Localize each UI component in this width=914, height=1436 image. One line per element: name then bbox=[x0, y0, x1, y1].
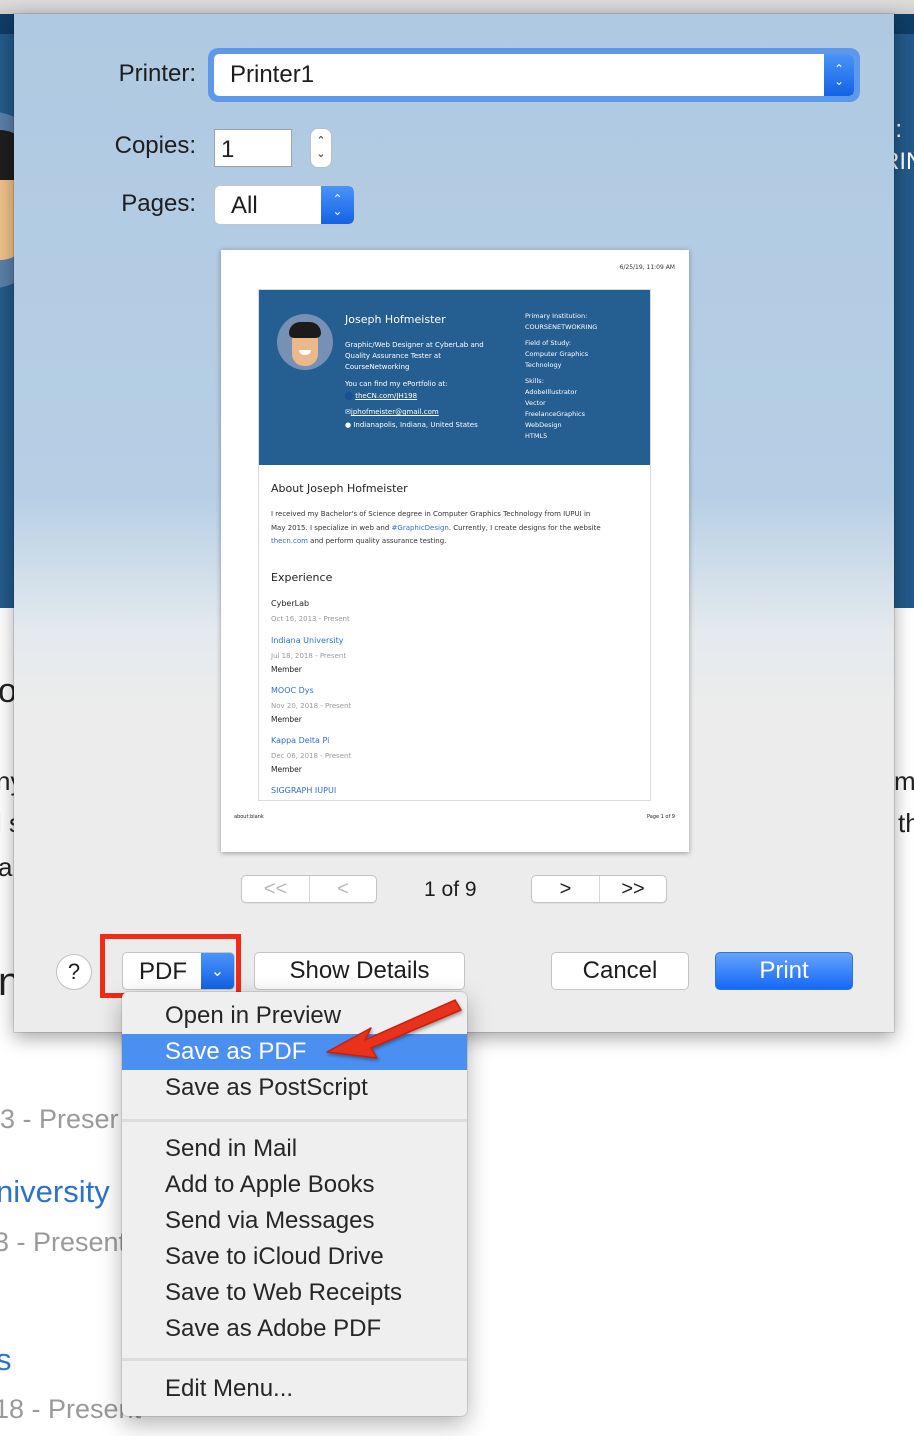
menu-item-save-as-pdf[interactable]: Save as PDF bbox=[122, 1034, 467, 1070]
preview-experience-dates: Nov 20, 2018 - Present bbox=[271, 702, 352, 710]
background-text: a bbox=[0, 852, 13, 882]
preview-footer-page: Page 1 of 9 bbox=[646, 814, 675, 820]
copies-input[interactable]: 1 bbox=[214, 129, 292, 167]
preview-experience-dates: Jul 18, 2018 - Present bbox=[271, 652, 347, 660]
preview-experience-role: Member bbox=[271, 715, 302, 724]
background-text: th bbox=[898, 808, 914, 838]
cancel-button[interactable]: Cancel bbox=[551, 952, 689, 990]
preview-about-text: I received my Bachelor's of Science degr… bbox=[271, 510, 601, 545]
preview-eportfolio-label: You can find my ePortfolio at: bbox=[345, 380, 448, 388]
background-list-org-link[interactable]: niversity bbox=[0, 1174, 110, 1210]
preview-timestamp: 6/25/19, 11:09 AM bbox=[619, 264, 675, 271]
preview-skills: Skills: AdobeIllustrator Vector Freelanc… bbox=[525, 377, 585, 440]
pages-select[interactable]: All ⌃ ⌄ bbox=[214, 185, 355, 225]
preview-institution: Primary Institution: COURSENETWOKRING bbox=[525, 312, 598, 331]
preview-field-of-study: Field of Study: Computer Graphics Techno… bbox=[525, 339, 589, 369]
preview-experience-role: Member bbox=[271, 765, 302, 774]
preview-avatar bbox=[277, 314, 333, 370]
menu-item-save-as-postscript[interactable]: Save as PostScript bbox=[122, 1070, 467, 1106]
preview-experience-org: CyberLab bbox=[271, 599, 310, 608]
annotation-highlight-box bbox=[100, 934, 241, 998]
preview-experience-dates: Oct 16, 2013 - Present bbox=[271, 615, 350, 623]
menu-item-edit-menu[interactable]: Edit Menu... bbox=[122, 1371, 467, 1407]
pages-label: Pages: bbox=[121, 190, 196, 217]
background-list-org-link[interactable]: s bbox=[0, 1342, 12, 1378]
stepper-up-icon[interactable]: ⌃ bbox=[316, 135, 325, 148]
print-dialog: Printer: Printer1 ⌃ ⌄ Copies: 1 ⌃ ⌄ Pages:… bbox=[14, 14, 894, 1032]
first-page-button[interactable]: << bbox=[242, 876, 309, 902]
preview-email: ✉jphofmeister@gmail.com bbox=[345, 408, 439, 416]
preview-location: ● Indianapolis, Indiana, United States bbox=[345, 421, 478, 429]
preview-profile-card: Joseph Hofmeister Graphic/Web Designer a… bbox=[258, 289, 651, 801]
print-preview-page: 6/25/19, 11:09 AM Joseph Hofmeister Grap… bbox=[221, 250, 689, 852]
pdf-dropdown-menu: Open in Preview Save as PDF Save as Post… bbox=[122, 992, 467, 1416]
menu-item-open-in-preview[interactable]: Open in Preview bbox=[122, 998, 467, 1034]
menu-separator bbox=[122, 1119, 467, 1122]
background-list-date: 3 - Present bbox=[0, 1227, 127, 1257]
preview-experience-dates: Dec 06, 2018 - Present bbox=[271, 752, 352, 760]
previous-page-button[interactable]: < bbox=[309, 876, 376, 902]
preview-experience-role: Member bbox=[271, 665, 302, 674]
copies-stepper[interactable]: ⌃ ⌄ bbox=[310, 128, 332, 168]
background-list-date: 3 - Preser bbox=[0, 1104, 119, 1134]
next-page-button[interactable]: > bbox=[532, 876, 599, 902]
preview-name: Joseph Hofmeister bbox=[345, 313, 446, 326]
menu-item-add-to-apple-books[interactable]: Add to Apple Books bbox=[122, 1167, 467, 1203]
preview-eportfolio-link: theCN.com/JH198 bbox=[345, 391, 417, 402]
show-details-button[interactable]: Show Details bbox=[254, 952, 465, 990]
background-list-date: 18 - Present bbox=[0, 1394, 142, 1424]
printer-label: Printer: bbox=[118, 60, 196, 87]
up-down-chevron-icon: ⌃ ⌄ bbox=[321, 186, 354, 224]
preview-profile-header: Joseph Hofmeister Graphic/Web Designer a… bbox=[259, 290, 650, 465]
background-text: m bbox=[894, 766, 914, 796]
copies-label: Copies: bbox=[114, 132, 196, 159]
browser-title-bar bbox=[0, 0, 914, 14]
preview-headline: Graphic/Web Designer at CyberLab and Qua… bbox=[345, 341, 484, 371]
print-button[interactable]: Print bbox=[715, 952, 853, 990]
pages-value: All bbox=[231, 192, 258, 219]
menu-item-save-as-adobe-pdf[interactable]: Save as Adobe PDF bbox=[122, 1311, 467, 1347]
menu-item-save-to-icloud-drive[interactable]: Save to iCloud Drive bbox=[122, 1239, 467, 1275]
location-pin-icon: ● bbox=[345, 421, 352, 429]
preview-experience-title: Experience bbox=[271, 571, 333, 584]
menu-item-save-to-web-receipts[interactable]: Save to Web Receipts bbox=[122, 1275, 467, 1311]
preview-experience-org: Indiana University bbox=[271, 636, 344, 645]
preview-footer-url: about:blank bbox=[234, 814, 264, 820]
preview-about-title: About Joseph Hofmeister bbox=[271, 482, 408, 495]
stepper-down-icon[interactable]: ⌄ bbox=[316, 148, 325, 161]
menu-item-send-in-mail[interactable]: Send in Mail bbox=[122, 1131, 467, 1167]
menu-separator bbox=[122, 1358, 467, 1361]
up-down-chevron-icon: ⌃ ⌄ bbox=[824, 54, 854, 96]
page-nav-forward-group: > >> bbox=[531, 875, 667, 903]
printer-value: Printer1 bbox=[230, 61, 315, 88]
page-nav-back-group: << < bbox=[241, 875, 377, 903]
page-indicator: 1 of 9 bbox=[424, 878, 477, 901]
last-page-button[interactable]: >> bbox=[599, 876, 666, 902]
menu-item-send-via-messages[interactable]: Send via Messages bbox=[122, 1203, 467, 1239]
preview-experience-org: SIGGRAPH IUPUI bbox=[271, 786, 337, 795]
preview-experience-org: Kappa Delta Pi bbox=[271, 736, 330, 745]
cn-logo-icon bbox=[345, 392, 353, 400]
preview-experience-org: MOOC Dys bbox=[271, 686, 314, 695]
printer-select[interactable]: Printer1 ⌃ ⌄ bbox=[208, 48, 860, 102]
help-button[interactable]: ? bbox=[56, 954, 92, 990]
